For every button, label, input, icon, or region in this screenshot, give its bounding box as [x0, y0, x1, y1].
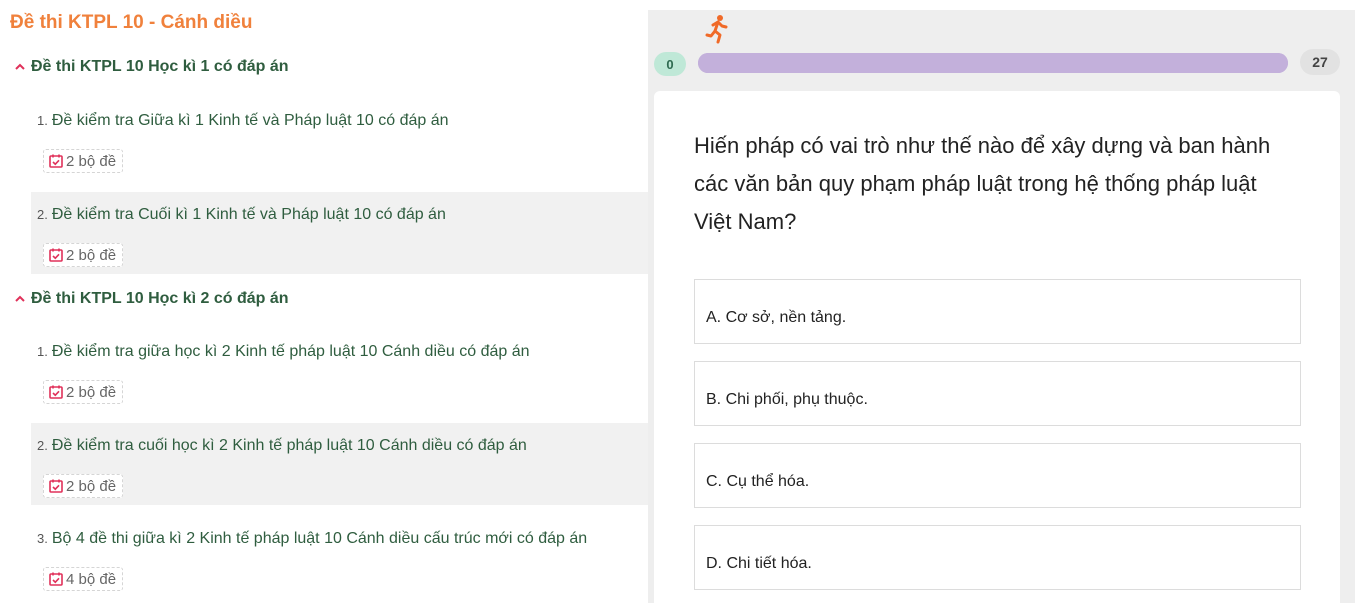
list-item[interactable]: 2. Đề kiểm tra Cuối kì 1 Kinh tế và Pháp … — [31, 192, 648, 274]
calendar-check-icon — [48, 571, 64, 587]
list-item-link[interactable]: Đề kiểm tra Giữa kì 1 Kinh tế và Pháp lu… — [52, 112, 449, 129]
list-item-number: 2. — [37, 207, 48, 222]
set-count-badge[interactable]: 2 bộ đề — [43, 243, 124, 267]
running-person-icon — [704, 14, 730, 44]
list-item-link[interactable]: Bộ 4 đề thi giữa kì 2 Kinh tế pháp luật … — [52, 530, 587, 547]
list-item-title[interactable]: 3. Bộ 4 đề thi giữa kì 2 Kinh tế pháp luậ… — [37, 530, 587, 548]
answer-option-c[interactable]: C. Cụ thể hóa. — [694, 443, 1301, 508]
quiz-panel: 0 27 Hiến pháp có vai trò như thế nào để… — [648, 10, 1355, 603]
section-heading-label: Đề thi KTPL 10 Học kì 1 có đáp án — [31, 58, 289, 75]
page-title: Đề thi KTPL 10 - Cánh diều — [10, 12, 253, 33]
section-heading-hk2[interactable]: Đề thi KTPL 10 Học kì 2 có đáp án — [14, 290, 289, 308]
list-item-title[interactable]: 1. Đề kiểm tra Giữa kì 1 Kinh tế và Pháp … — [37, 112, 449, 130]
list-item-number: 1. — [37, 344, 48, 359]
set-count-badge[interactable]: 2 bộ đề — [43, 474, 124, 498]
list-item-link[interactable]: Đề kiểm tra Cuối kì 1 Kinh tế và Pháp lu… — [52, 206, 446, 223]
progress-fill — [698, 53, 1288, 73]
list-item-number: 3. — [37, 531, 48, 546]
section-heading-label: Đề thi KTPL 10 Học kì 2 có đáp án — [31, 290, 289, 307]
calendar-check-icon — [48, 384, 64, 400]
set-count-badge[interactable]: 2 bộ đề — [43, 380, 124, 404]
set-count-badge[interactable]: 2 bộ đề — [43, 149, 124, 173]
list-item-title[interactable]: 2. Đề kiểm tra cuối học kì 2 Kinh tế pháp… — [37, 437, 527, 455]
question-text: Hiến pháp có vai trò như thế nào để xây … — [694, 133, 1271, 234]
progress-total-count: 27 — [1300, 49, 1340, 75]
set-count-label: 2 bộ đề — [66, 246, 117, 264]
list-item-number: 2. — [37, 438, 48, 453]
question-card: Hiến pháp có vai trò như thế nào để xây … — [654, 91, 1340, 603]
set-count-label: 4 bộ đề — [66, 570, 117, 588]
answer-option-b[interactable]: B. Chi phối, phụ thuộc. — [694, 361, 1301, 426]
list-item-link[interactable]: Đề kiểm tra giữa học kì 2 Kinh tế pháp l… — [52, 343, 530, 360]
progress-start-count: 0 — [654, 52, 686, 76]
caret-up-icon — [14, 293, 26, 305]
progress-bar — [698, 53, 1288, 73]
set-count-label: 2 bộ đề — [66, 477, 117, 495]
caret-up-icon — [14, 61, 26, 73]
calendar-check-icon — [48, 478, 64, 494]
set-count-badge[interactable]: 4 bộ đề — [43, 567, 124, 591]
list-item[interactable]: 2. Đề kiểm tra cuối học kì 2 Kinh tế pháp… — [31, 423, 648, 505]
section-heading-hk1[interactable]: Đề thi KTPL 10 Học kì 1 có đáp án — [14, 58, 289, 76]
calendar-check-icon — [48, 153, 64, 169]
exam-list-panel: Đề thi KTPL 10 - Cánh diều Đề thi KTPL 1… — [0, 0, 648, 603]
answer-option-d[interactable]: D. Chi tiết hóa. — [694, 525, 1301, 590]
list-item-link[interactable]: Đề kiểm tra cuối học kì 2 Kinh tế pháp l… — [52, 437, 527, 454]
list-item-title[interactable]: 2. Đề kiểm tra Cuối kì 1 Kinh tế và Pháp … — [37, 206, 446, 224]
answer-option-a[interactable]: A. Cơ sở, nền tảng. — [694, 279, 1301, 344]
set-count-label: 2 bộ đề — [66, 152, 117, 170]
list-item-title[interactable]: 1. Đề kiểm tra giữa học kì 2 Kinh tế pháp… — [37, 343, 530, 361]
list-item[interactable]: 1. Đề kiểm tra giữa học kì 2 Kinh tế pháp… — [31, 329, 648, 411]
list-item[interactable]: 1. Đề kiểm tra Giữa kì 1 Kinh tế và Pháp … — [31, 98, 648, 180]
list-item-number: 1. — [37, 113, 48, 128]
calendar-check-icon — [48, 247, 64, 263]
set-count-label: 2 bộ đề — [66, 383, 117, 401]
list-item[interactable]: 3. Bộ 4 đề thi giữa kì 2 Kinh tế pháp luậ… — [31, 516, 648, 598]
